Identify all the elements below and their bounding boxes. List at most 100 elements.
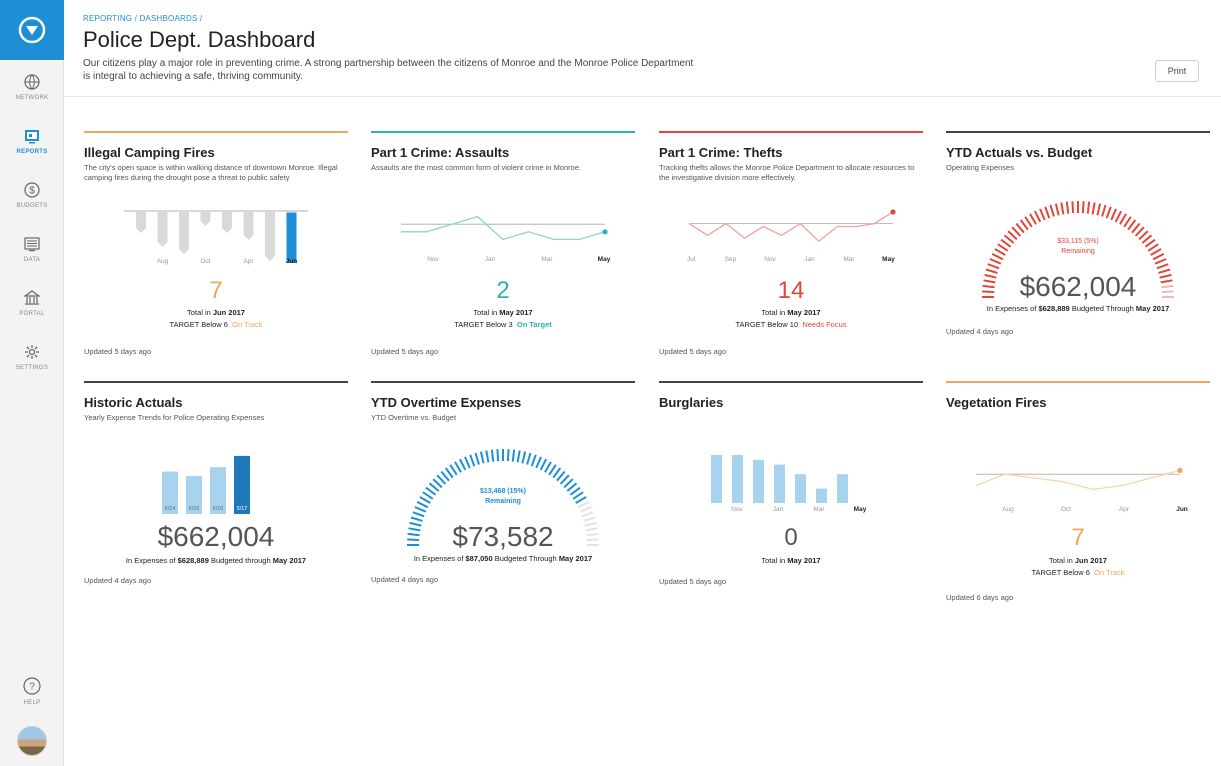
tick-label: Jun — [1176, 506, 1188, 513]
card-vegetation-fires[interactable]: Vegetation Fires Aug Oct Apr Jun 7 Total in… — [946, 381, 1210, 611]
gauge-tick — [1134, 226, 1145, 237]
gauge-tick — [506, 449, 510, 462]
logo-icon — [18, 16, 46, 44]
app-logo[interactable] — [0, 0, 64, 60]
nav-item-network[interactable]: NETWORK — [0, 60, 64, 114]
total-period: Jun 2017 — [1074, 556, 1107, 565]
expense-mid: Budgeted Through — [492, 554, 559, 563]
card-illegal-camping-fires[interactable]: Illegal Camping Fires The city's open sp… — [84, 131, 348, 361]
card-assaults[interactable]: Part 1 Crime: Assaults Assaults are the … — [371, 131, 635, 361]
tick-label: Aug — [157, 258, 169, 265]
bar — [774, 464, 785, 503]
avatar[interactable] — [17, 726, 47, 756]
sidebar-bottom: ? HELP — [0, 664, 64, 766]
last-point — [1177, 467, 1183, 473]
series-line — [401, 215, 606, 241]
card-burglaries[interactable]: Burglaries Nov Jan Mar May 0 Total in May 2… — [659, 381, 923, 601]
gauge-tick — [459, 458, 467, 471]
bar — [157, 211, 168, 247]
last-point — [890, 209, 896, 215]
expense-line: In Expenses of $87,050 Budgeted Through … — [371, 553, 635, 564]
card-value: $662,004 — [1019, 271, 1137, 302]
gauge-tick — [539, 458, 547, 471]
tick-label: Sep — [725, 256, 737, 263]
gauge-tick — [1060, 202, 1065, 215]
gauge-tick — [1101, 204, 1107, 217]
bar — [732, 455, 743, 503]
updated-text: Updated 5 days ago — [84, 347, 152, 356]
nav-item-data[interactable]: DATA — [0, 222, 64, 276]
nav-item-settings[interactable]: SETTINGS — [0, 330, 64, 384]
gauge-remaining: $33,115 (5%) Remaining — [946, 237, 1210, 257]
card-target: TARGET Below 6 On Track — [84, 319, 348, 330]
last-point — [602, 229, 608, 235]
expense-period: May 2017 — [558, 554, 593, 563]
card-title: YTD Actuals vs. Budget — [946, 145, 1093, 160]
gauge-tick — [464, 456, 471, 469]
card-total: Total in May 2017 — [371, 307, 635, 318]
nav-item-budgets[interactable]: $ BUDGETS — [0, 168, 64, 222]
nav-item-reports[interactable]: REPORTS — [0, 114, 64, 168]
card-accent-bar — [659, 381, 923, 383]
bar — [243, 211, 254, 240]
tick-label: Mar — [813, 506, 825, 513]
gauge-tick — [1119, 213, 1127, 225]
nav-item-portal[interactable]: PORTAL — [0, 276, 64, 330]
gear-icon — [25, 344, 39, 359]
card-value: $662,004 — [157, 521, 275, 552]
card-subtitle: The city's open space is within walking … — [84, 163, 338, 183]
gauge-tick — [1091, 202, 1096, 215]
gauge-tick — [1019, 219, 1029, 231]
bar — [200, 211, 211, 226]
tick-label: Jan — [485, 256, 496, 263]
gauge-tick — [1011, 226, 1022, 237]
card-historic-actuals[interactable]: Historic Actuals Yearly Expense Trends f… — [84, 381, 348, 601]
bar — [795, 474, 806, 503]
bar — [711, 455, 722, 503]
nav-label: SETTINGS — [15, 364, 49, 371]
total-prefix: Total in — [1049, 556, 1075, 565]
bar — [265, 211, 275, 261]
status-badge: On Track — [232, 320, 263, 329]
gauge-tick — [579, 506, 592, 513]
assaults-chart: Nov Jan Mar May — [401, 215, 611, 263]
total-period: May 2017 — [499, 308, 533, 317]
gauge-tick — [1086, 201, 1091, 214]
remaining-label: Remaining — [485, 497, 521, 505]
breadcrumb[interactable]: REPORTING / DASHBOARDS / — [83, 14, 1203, 23]
card-thefts[interactable]: Part 1 Crime: Thefts Tracking thefts all… — [659, 131, 923, 361]
sidebar: NETWORK REPORTS $ BUDGETS DATA PORTAL SE… — [0, 0, 64, 766]
gauge-tick — [987, 263, 1000, 270]
status-badge: On Target — [516, 320, 552, 329]
card-subtitle: Yearly Expense Trends for Police Operati… — [84, 413, 265, 422]
divider — [64, 96, 1221, 97]
total-prefix: Total in — [187, 308, 213, 317]
page-description: Our citizens play a major role in preven… — [83, 58, 694, 82]
card-value: 2 — [496, 277, 510, 304]
card-accent-bar — [659, 131, 923, 133]
card-target: TARGET Below 3 On Target — [371, 319, 635, 330]
gauge-tick — [479, 451, 485, 464]
status-badge: Needs Focus — [802, 320, 847, 329]
nav-label: DATA — [23, 256, 41, 263]
card-ytd-overtime-expenses[interactable]: YTD Overtime Expenses YTD Overtime vs. B… — [371, 381, 635, 601]
nav-item-help[interactable]: ? HELP — [0, 664, 64, 718]
tick-label: Jan — [804, 256, 815, 263]
print-button[interactable]: Print — [1155, 60, 1199, 82]
total-period: May 2017 — [787, 308, 821, 317]
card-ytd-actuals-vs-budget[interactable]: YTD Actuals vs. Budget Operating Expense… — [946, 131, 1210, 361]
gauge-tick — [1114, 210, 1122, 223]
camping-chart: Aug Oct Apr Jun — [124, 210, 308, 265]
gauge-tick — [1044, 206, 1051, 219]
target-label: TARGET Below 10 — [735, 320, 799, 329]
gauge-tick — [1127, 219, 1137, 231]
bar-label: 5/16 — [213, 506, 224, 512]
gauge-tick — [1110, 208, 1117, 221]
gauge-tick — [989, 258, 1002, 265]
tick-label: May — [598, 256, 611, 263]
bar — [179, 211, 189, 254]
remaining-label: Remaining — [1061, 247, 1095, 255]
card-accent-bar — [946, 381, 1210, 383]
reports-icon — [25, 129, 39, 143]
expense-prefix: In Expenses of — [413, 554, 466, 563]
